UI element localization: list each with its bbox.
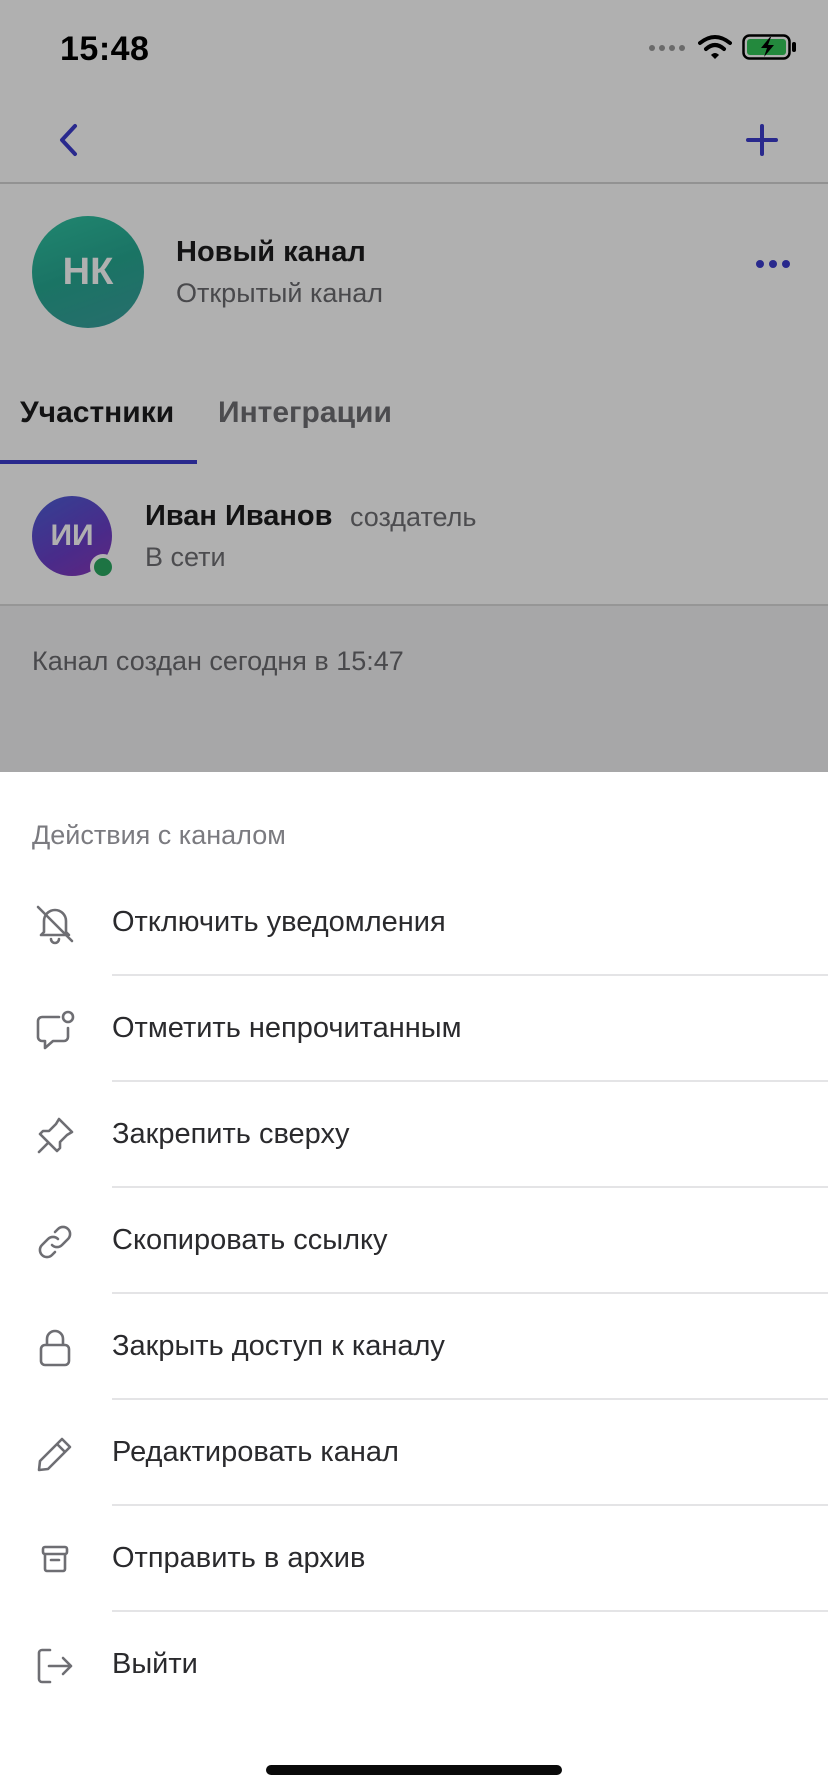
- menu-item-mute-notifications[interactable]: Отключить уведомления: [0, 870, 828, 976]
- menu-item-mark-unread[interactable]: Отметить непрочитанным: [0, 976, 828, 1082]
- dim-overlay[interactable]: [0, 0, 828, 772]
- menu-item-label: Отключить уведомления: [112, 906, 446, 938]
- message-unread-icon: [32, 1007, 78, 1053]
- action-menu: Отключить уведомления Отметить непрочита…: [0, 870, 828, 1718]
- menu-item-pin-top[interactable]: Закрепить сверху: [0, 1082, 828, 1188]
- pin-icon: [32, 1113, 78, 1159]
- logout-icon: [32, 1643, 78, 1689]
- menu-item-edit-channel[interactable]: Редактировать канал: [0, 1400, 828, 1506]
- menu-item-copy-link[interactable]: Скопировать ссылку: [0, 1188, 828, 1294]
- menu-item-leave[interactable]: Выйти: [0, 1612, 828, 1718]
- action-sheet: Действия с каналом Отключить уведомления: [0, 772, 828, 1792]
- sheet-title: Действия с каналом: [32, 820, 286, 850]
- home-indicator[interactable]: [266, 1765, 562, 1775]
- menu-item-label: Отметить непрочитанным: [112, 1012, 462, 1044]
- screen: 15:48 НК Новый канал Открытый канал Учас…: [0, 0, 828, 1792]
- menu-item-close-access[interactable]: Закрыть доступ к каналу: [0, 1294, 828, 1400]
- menu-item-label: Редактировать канал: [112, 1436, 399, 1468]
- menu-item-label: Закрепить сверху: [112, 1118, 350, 1150]
- lock-icon: [32, 1325, 78, 1371]
- menu-item-label: Скопировать ссылку: [112, 1224, 388, 1256]
- menu-item-label: Закрыть доступ к каналу: [112, 1330, 445, 1362]
- pencil-icon: [32, 1431, 78, 1477]
- menu-item-archive[interactable]: Отправить в архив: [0, 1506, 828, 1612]
- link-icon: [32, 1219, 78, 1265]
- bell-off-icon: [32, 901, 78, 947]
- archive-icon: [32, 1537, 78, 1583]
- menu-item-label: Отправить в архив: [112, 1542, 366, 1574]
- menu-item-label: Выйти: [112, 1648, 198, 1680]
